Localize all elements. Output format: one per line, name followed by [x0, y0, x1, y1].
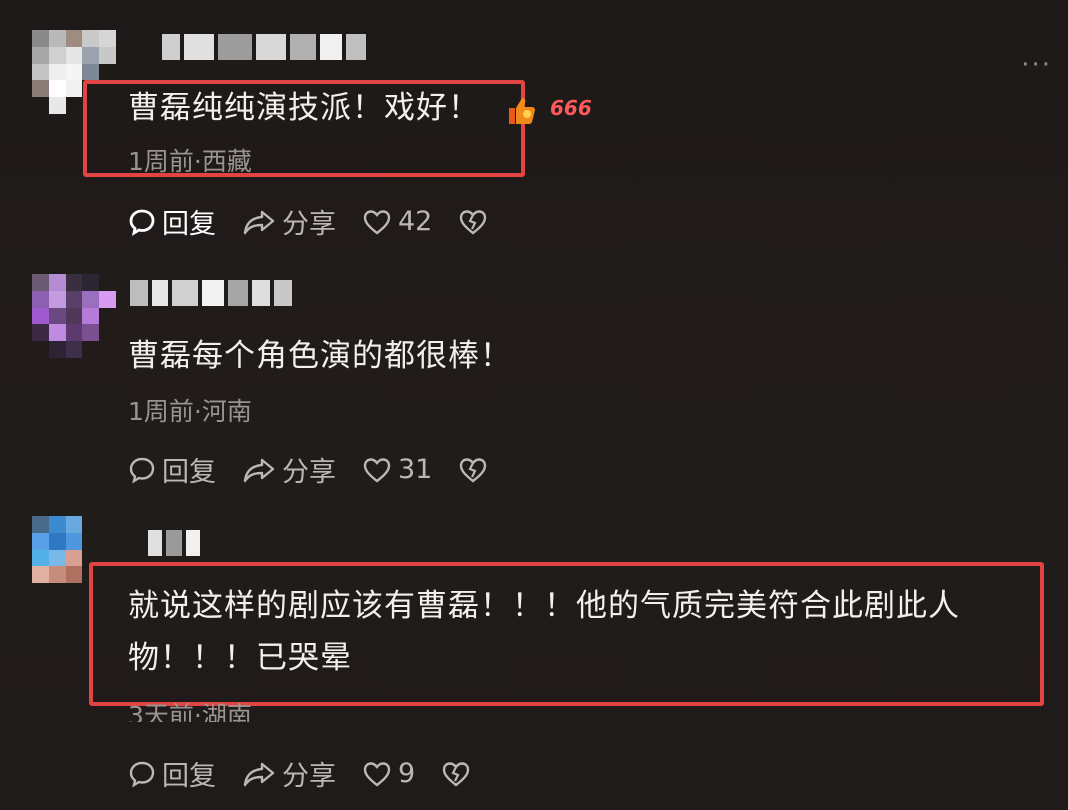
action-bar: 回复 分享 9	[128, 754, 503, 793]
share-button[interactable]: 分享	[242, 202, 336, 241]
comment-text-line-2: 物！！！已哭晕	[128, 640, 352, 676]
like-count: 9	[398, 758, 416, 789]
share-arrow-icon	[243, 762, 275, 786]
reply-button[interactable]: 回复	[128, 202, 216, 241]
like-button[interactable]: 9	[362, 758, 415, 789]
comment-bubble-icon	[129, 457, 155, 483]
comment-text-line-1: 就说这样的剧应该有曹磊！！！他的气质完美符合此剧此人	[128, 588, 960, 624]
comment-bubble-icon	[129, 761, 155, 787]
username-blurred[interactable]	[148, 530, 200, 556]
username-blurred[interactable]	[130, 280, 292, 306]
sticker-666: 666	[550, 96, 592, 120]
reply-button[interactable]: 回复	[128, 450, 216, 489]
broken-heart-icon	[442, 761, 470, 787]
heart-icon	[363, 761, 391, 787]
action-bar: 回复 分享 42	[128, 202, 520, 241]
like-button[interactable]: 42	[362, 206, 432, 237]
comment-meta: 3天前·湖南	[128, 701, 252, 722]
comment-meta: 1周前·西藏	[128, 147, 252, 176]
like-count: 42	[398, 206, 433, 237]
heart-icon	[363, 457, 391, 483]
broken-heart-icon	[460, 457, 487, 483]
more-options-icon[interactable]: ···	[1021, 50, 1052, 80]
share-label: 分享	[282, 209, 336, 240]
comment-text: 曹磊纯纯演技派！戏好！	[128, 90, 480, 126]
broken-heart-icon	[460, 209, 487, 235]
heart-icon	[363, 209, 391, 235]
share-label: 分享	[282, 761, 336, 792]
comment-bubble-icon	[129, 209, 155, 236]
like-button[interactable]: 31	[362, 454, 432, 485]
share-button[interactable]: 分享	[242, 450, 336, 489]
dislike-button[interactable]	[441, 760, 477, 788]
dislike-button[interactable]	[458, 208, 494, 236]
reply-label: 回复	[162, 209, 216, 240]
share-label: 分享	[282, 457, 336, 488]
avatar[interactable]	[32, 274, 116, 358]
username-blurred[interactable]	[162, 34, 366, 60]
reply-label: 回复	[162, 761, 216, 792]
share-button[interactable]: 分享	[242, 754, 336, 793]
dislike-button[interactable]	[458, 456, 494, 484]
thumbs-up-fire-icon	[505, 94, 539, 130]
like-count: 31	[398, 454, 433, 485]
reply-button[interactable]: 回复	[128, 754, 216, 793]
share-arrow-icon	[243, 210, 275, 234]
comment-text: 曹磊每个角色演的都很棒！	[128, 338, 512, 374]
share-arrow-icon	[243, 458, 275, 482]
action-bar: 回复 分享 31	[128, 450, 520, 489]
comment-meta: 1周前·河南	[128, 397, 252, 426]
reply-label: 回复	[162, 457, 216, 488]
